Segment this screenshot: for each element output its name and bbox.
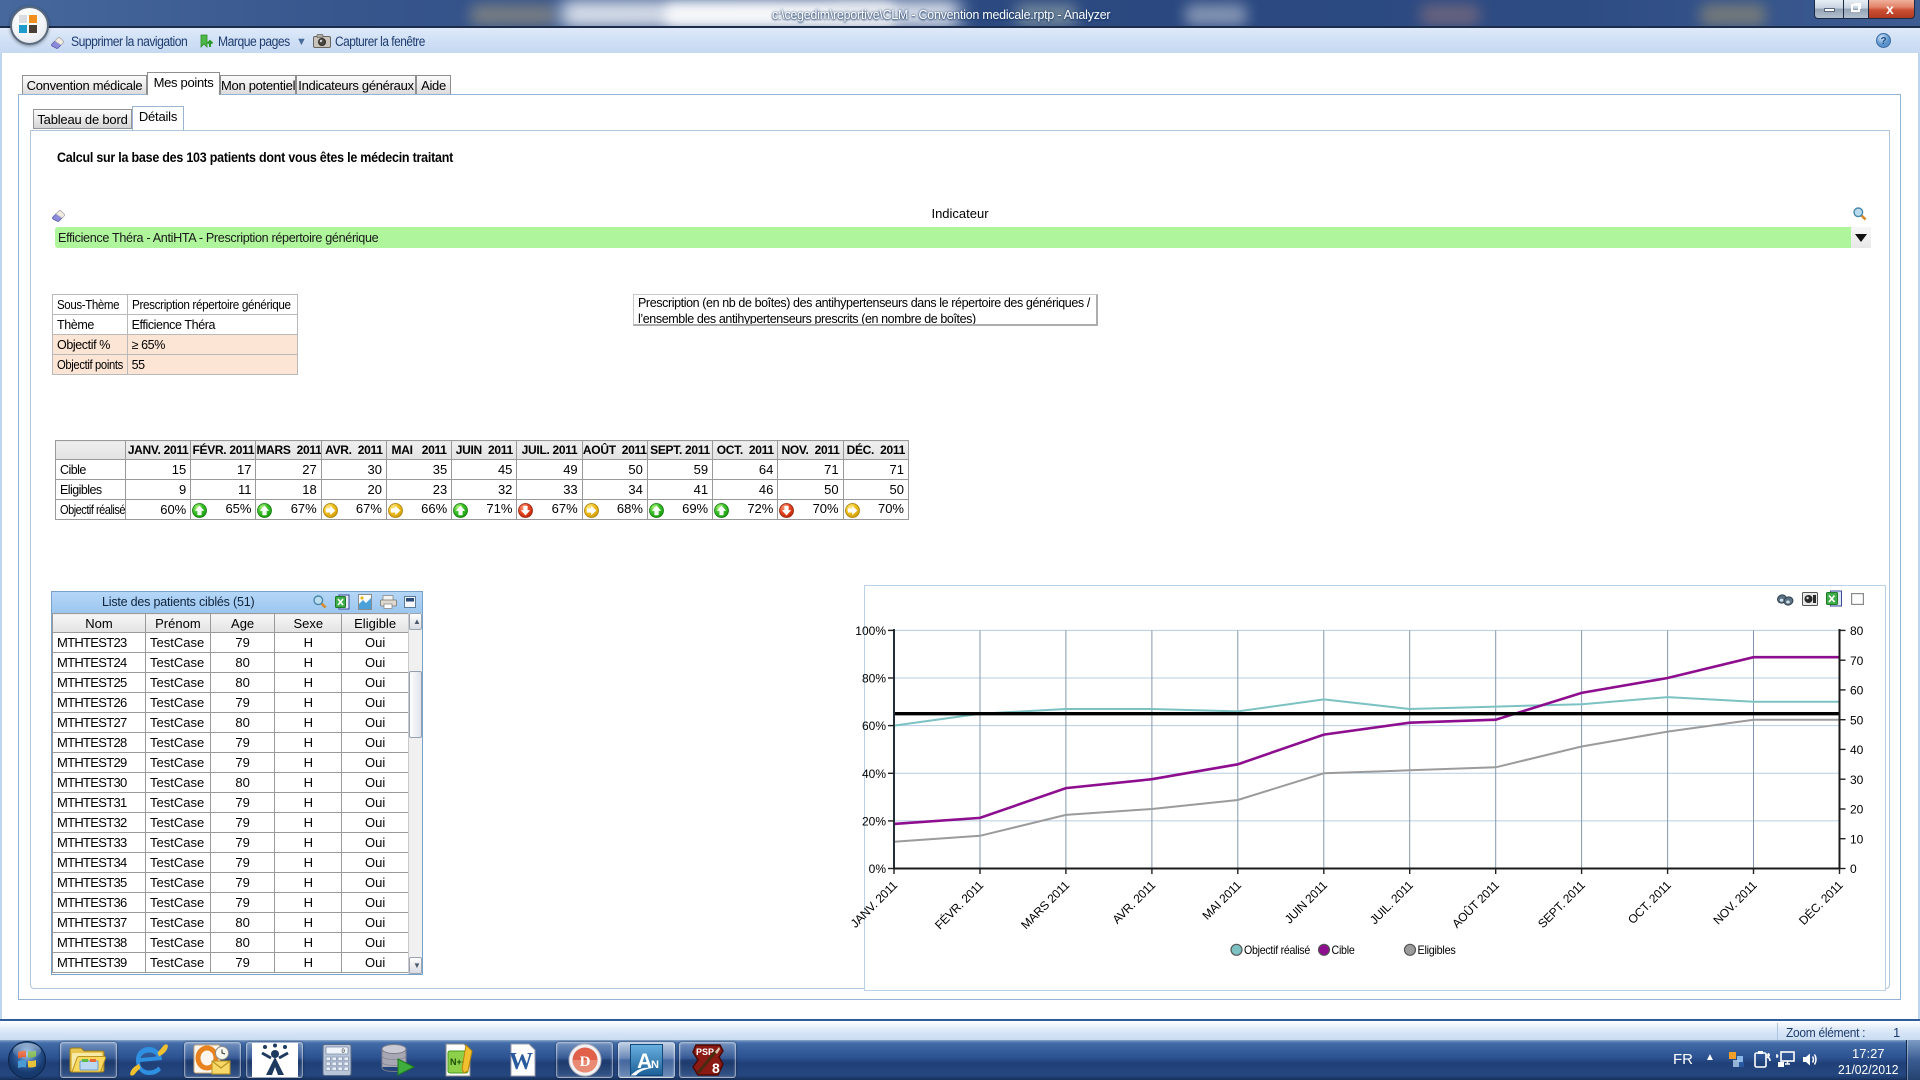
- svg-text:SEPT. 2011: SEPT. 2011: [1535, 878, 1588, 931]
- svg-text:80: 80: [1850, 624, 1864, 638]
- svg-text:AVR. 2011: AVR. 2011: [1110, 878, 1159, 927]
- svg-text:N: N: [651, 1059, 659, 1071]
- svg-text:100%: 100%: [855, 624, 886, 638]
- svg-text:?: ?: [1880, 36, 1886, 47]
- svg-text:70: 70: [1850, 654, 1864, 668]
- svg-text:MAI 2011: MAI 2011: [1199, 878, 1244, 923]
- svg-text:Objectif réalisé: Objectif réalisé: [1244, 943, 1311, 957]
- svg-text:10: 10: [1850, 832, 1864, 846]
- svg-text:FÉVR. 2011: FÉVR. 2011: [931, 877, 986, 932]
- svg-text:AOÛT 2011: AOÛT 2011: [1448, 877, 1502, 931]
- svg-text:A: A: [637, 1050, 652, 1073]
- svg-text:W: W: [509, 1049, 533, 1075]
- svg-text:40%: 40%: [862, 767, 886, 781]
- svg-text:0%: 0%: [869, 862, 887, 876]
- svg-text:Eligibles: Eligibles: [1418, 943, 1456, 957]
- svg-text:NOV. 2011: NOV. 2011: [1710, 878, 1760, 928]
- svg-text:50: 50: [1850, 713, 1864, 727]
- svg-text:30: 30: [1850, 773, 1864, 787]
- svg-text:20: 20: [1850, 803, 1864, 817]
- svg-text:DÉC. 2011: DÉC. 2011: [1795, 877, 1846, 928]
- svg-text:JUIN 2011: JUIN 2011: [1282, 878, 1330, 926]
- svg-text:D: D: [580, 1054, 591, 1070]
- svg-text:OCT. 2011: OCT. 2011: [1625, 878, 1674, 927]
- svg-text:20%: 20%: [862, 815, 886, 829]
- svg-text:40: 40: [1850, 743, 1864, 757]
- svg-text:0: 0: [1850, 862, 1857, 876]
- svg-text:60%: 60%: [862, 719, 886, 733]
- svg-text:JUIL. 2011: JUIL. 2011: [1367, 878, 1416, 927]
- svg-text:Cible: Cible: [1332, 943, 1356, 957]
- svg-text:80%: 80%: [862, 672, 886, 686]
- svg-text:60: 60: [1850, 684, 1864, 698]
- svg-text:8: 8: [712, 1060, 720, 1076]
- svg-text:MARS 2011: MARS 2011: [1018, 878, 1072, 932]
- svg-text:0: 0: [341, 1048, 345, 1055]
